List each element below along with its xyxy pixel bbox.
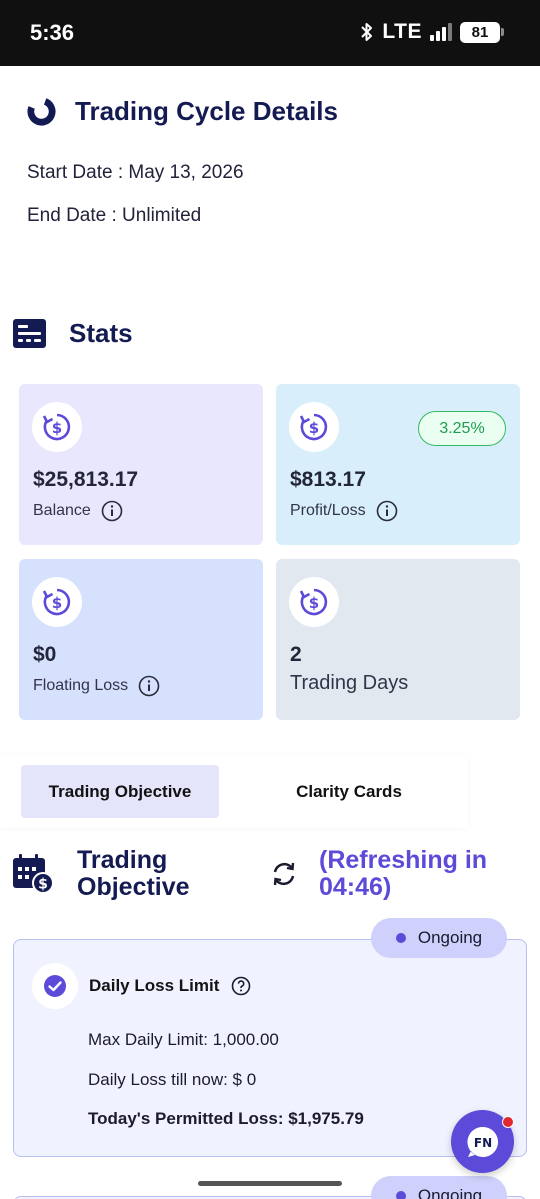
dashboard-card-icon <box>13 319 46 348</box>
floating-loss-value: $0 <box>33 643 57 666</box>
status-badge: Ongoing <box>371 918 507 958</box>
profit-percent-badge: 3.25% <box>418 411 506 446</box>
refresh-countdown: (Refreshing in 04:46) <box>319 846 488 901</box>
profit-loss-value: $813.17 <box>290 468 366 491</box>
status-dot <box>395 933 406 943</box>
chat-bubble-icon: FN <box>466 1126 498 1157</box>
chat-button-label: FN <box>473 1136 491 1150</box>
network-type: LTE <box>382 20 422 43</box>
svg-text:$: $ <box>309 419 319 437</box>
status-bar: 5:36 LTE 81 <box>0 0 540 66</box>
info-icon[interactable] <box>101 500 123 522</box>
info-icon[interactable] <box>376 500 398 522</box>
bluetooth-icon <box>361 23 373 41</box>
status-dot <box>395 1191 406 1199</box>
info-icon[interactable] <box>138 675 160 697</box>
floating-loss-label-row: Floating Loss <box>33 675 160 697</box>
status-time: 5:36 <box>30 20 75 45</box>
balance-label: Balance <box>33 502 91 519</box>
tab-clarity-cards[interactable]: Clarity Cards <box>240 765 458 818</box>
home-indicator[interactable] <box>198 1181 342 1186</box>
status-label: Ongoing <box>417 928 483 947</box>
calendar-dollar-icon: $ <box>13 854 54 894</box>
signal-icon <box>430 23 452 41</box>
notification-dot <box>502 1116 514 1128</box>
battery-icon: 81 <box>460 21 504 43</box>
profit-loss-card: $ 3.25% $813.17 Profit/Loss <box>276 384 520 545</box>
dollar-refresh-icon: $ <box>289 402 339 452</box>
profit-loss-label-row: Profit/Loss <box>290 500 398 522</box>
dollar-refresh-icon: $ <box>32 577 82 627</box>
daily-loss-till-now: Daily Loss till now: $ 0 <box>88 1070 257 1089</box>
profit-loss-label: Profit/Loss <box>290 502 366 519</box>
svg-text:$: $ <box>309 594 319 612</box>
svg-text:$: $ <box>38 877 48 893</box>
balance-value: $25,813.17 <box>33 468 139 491</box>
stats-header: Stats <box>12 318 133 349</box>
dollar-refresh-icon: $ <box>32 402 82 452</box>
max-daily-limit: Max Daily Limit: 1,000.00 <box>88 1030 279 1049</box>
refresh-icon[interactable] <box>270 860 298 888</box>
dollar-refresh-icon: $ <box>289 577 339 627</box>
tab-trading-objective[interactable]: Trading Objective <box>21 765 219 818</box>
check-circle-icon <box>32 963 78 1009</box>
balance-label-row: Balance <box>33 500 123 522</box>
next-status-badge: Ongoing <box>371 1176 507 1199</box>
daily-loss-title: Daily Loss Limit <box>89 976 220 995</box>
svg-text:$: $ <box>52 419 62 437</box>
balance-card: $ $25,813.17 Balance <box>19 384 263 545</box>
todays-permitted-loss: Today's Permitted Loss: $1,975.79 <box>88 1109 364 1128</box>
next-status-label: Ongoing <box>417 1186 483 1199</box>
stats-title: Stats <box>69 318 133 348</box>
cycle-progress-icon <box>27 97 56 126</box>
cycle-title: Trading Cycle Details <box>75 96 338 126</box>
floating-loss-label: Floating Loss <box>33 677 129 694</box>
svg-text:$: $ <box>52 594 62 612</box>
tab-bar: Trading Objective Clarity Cards <box>0 754 468 828</box>
objective-title: Trading Objective <box>77 846 190 901</box>
status-icons: LTE 81 <box>360 20 504 44</box>
trading-days-label: Trading Days <box>290 672 409 694</box>
daily-loss-title-row: Daily Loss Limit <box>89 976 251 996</box>
battery-level: 81 <box>460 21 500 43</box>
trading-days-value: 2 <box>290 643 302 666</box>
start-date: Start Date : May 13, 2026 <box>27 162 244 183</box>
cycle-header: Trading Cycle Details <box>26 96 338 127</box>
help-icon[interactable] <box>231 976 251 996</box>
end-date: End Date : Unlimited <box>27 205 202 226</box>
trading-days-card: $ 2 Trading Days <box>276 559 520 720</box>
floating-loss-card: $ $0 Floating Loss <box>19 559 263 720</box>
